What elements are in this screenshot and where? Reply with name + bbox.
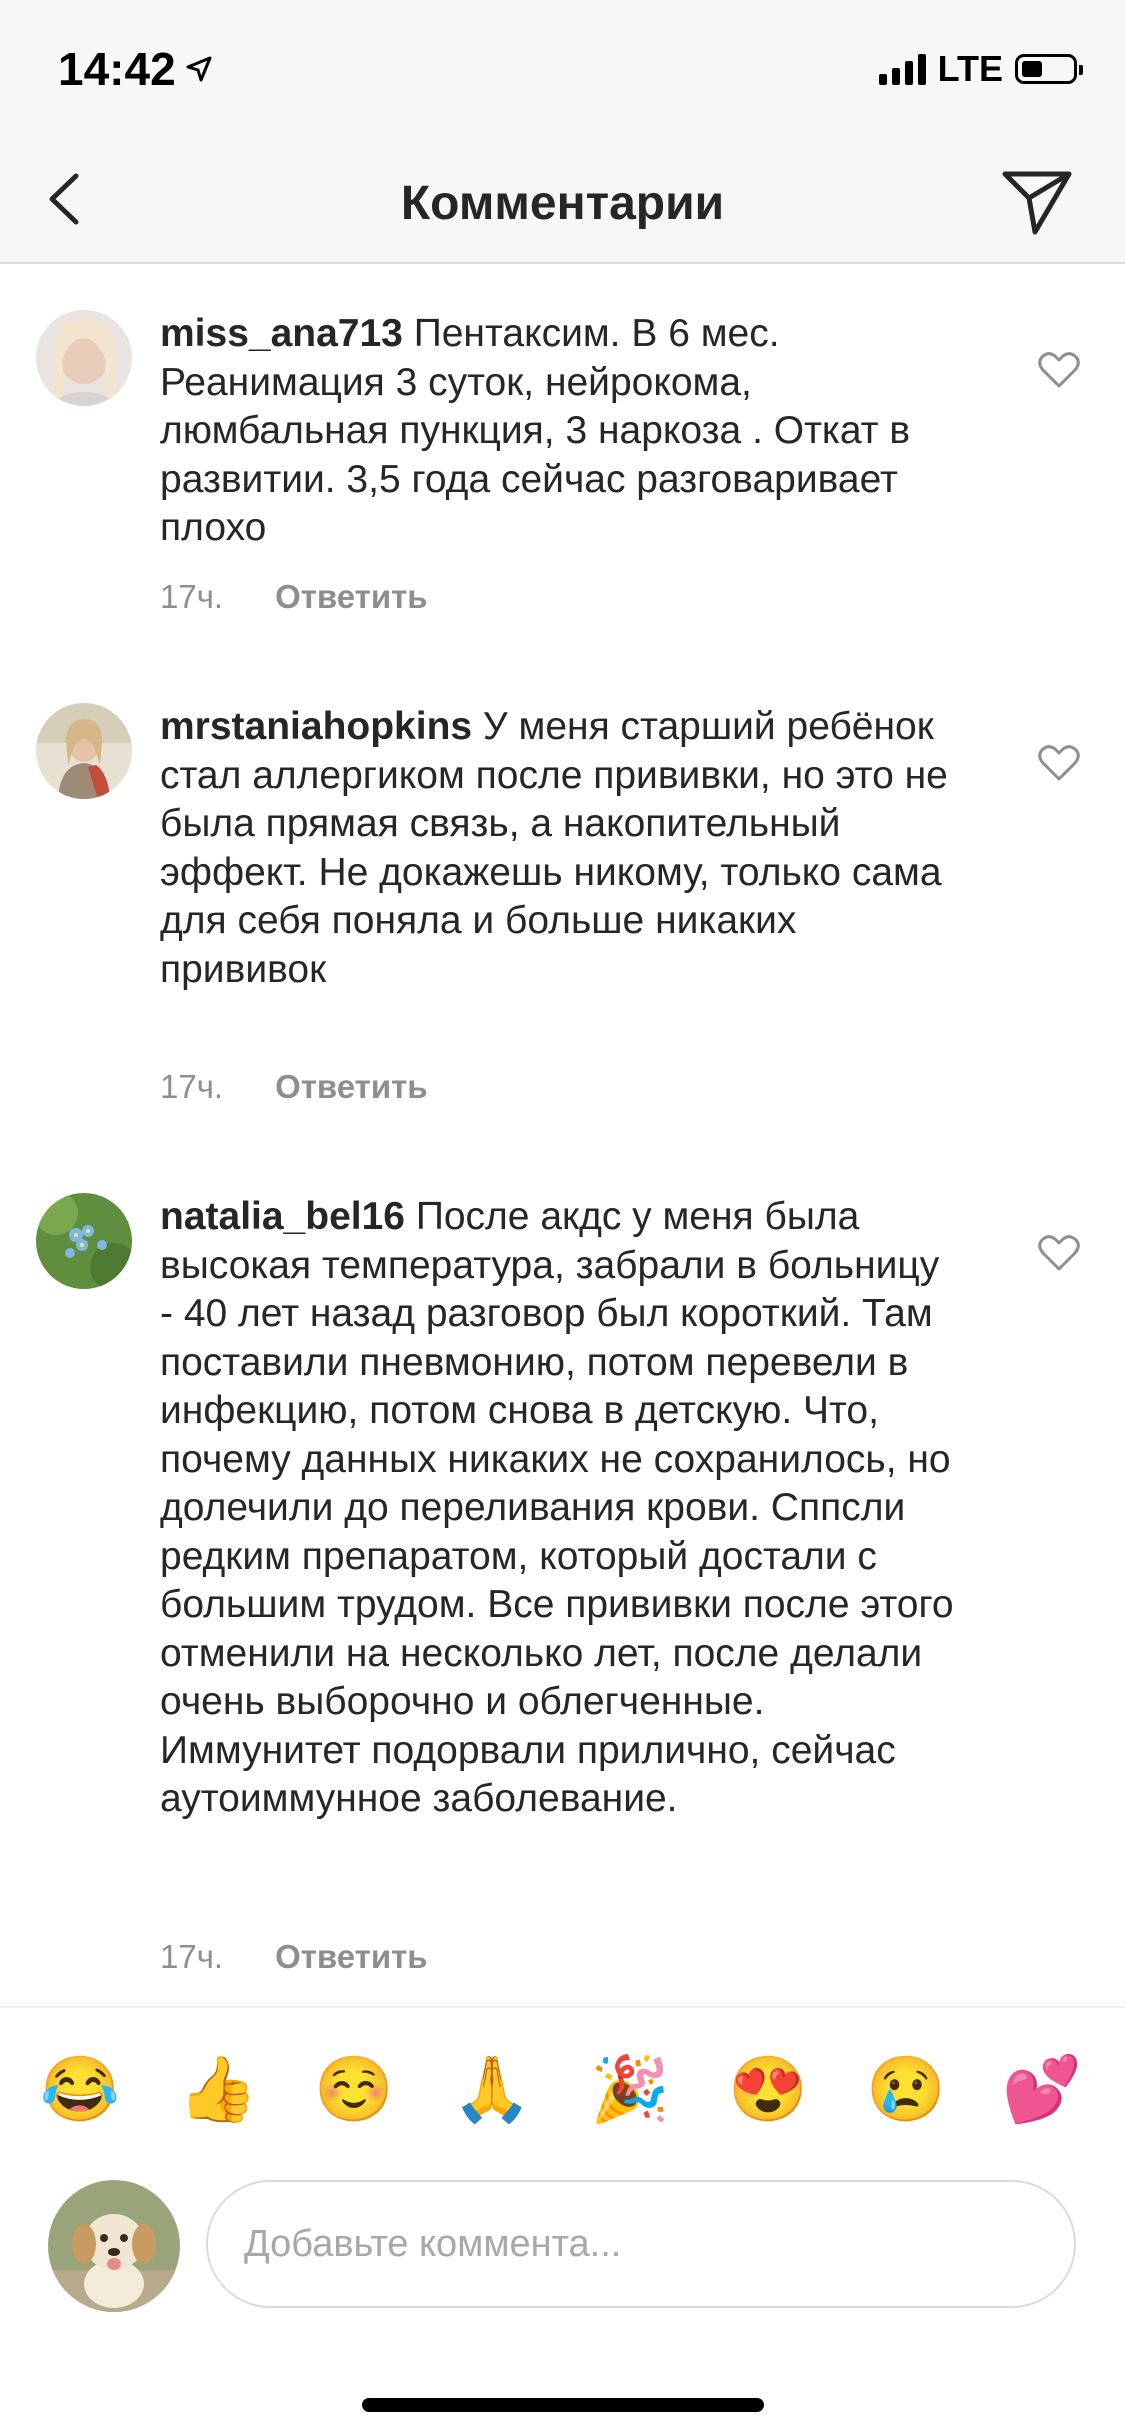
emoji-two-hearts-icon[interactable]: 💕	[1002, 2054, 1082, 2124]
battery-icon	[1015, 54, 1083, 84]
location-arrow-icon	[186, 56, 212, 82]
home-indicator[interactable]	[362, 2398, 764, 2412]
like-heart-icon[interactable]	[1037, 1233, 1081, 1273]
emoji-pray-icon[interactable]: 🙏	[452, 2054, 532, 2124]
comment-username[interactable]: mrstaniahopkins	[160, 705, 472, 748]
my-avatar	[48, 2180, 180, 2312]
emoji-quick-bar: 😂 👍 ☺️ 🙏 🎉 😍 😢 💕	[0, 2006, 1125, 2166]
comment-username[interactable]: natalia_bel16	[160, 1195, 405, 1238]
emoji-joy-icon[interactable]: 😂	[40, 2054, 120, 2124]
status-indicators: LTE	[878, 48, 1083, 90]
navigation-bar: Комментарии	[0, 140, 1125, 264]
like-heart-icon[interactable]	[1037, 743, 1081, 783]
status-time: 14:42	[58, 42, 214, 96]
emoji-crying-icon[interactable]: 😢	[866, 2054, 946, 2124]
reply-button[interactable]: Ответить	[275, 1068, 428, 1106]
send-direct-icon[interactable]	[997, 160, 1077, 240]
comment-composer	[0, 2166, 1125, 2316]
status-bar: 14:42 LTE	[0, 0, 1125, 140]
comment-meta: 17ч. Ответить	[160, 1938, 428, 1976]
emoji-blush-icon[interactable]: ☺️	[314, 2054, 394, 2124]
like-heart-icon[interactable]	[1037, 350, 1081, 390]
comment-timestamp: 17ч.	[160, 578, 224, 615]
comment-text: mrstaniahopkins У меня старший ребёнок с…	[160, 703, 960, 994]
comment-username[interactable]: miss_ana713	[160, 312, 403, 355]
clock: 14:42	[58, 43, 176, 95]
comment-meta: 17ч. Ответить	[160, 1068, 428, 1106]
emoji-party-popper-icon[interactable]: 🎉	[590, 2054, 670, 2124]
comment-text: miss_ana713 Пентаксим. В 6 мес. Реанимац…	[160, 310, 960, 553]
signal-icon	[878, 53, 926, 85]
avatar[interactable]	[36, 703, 132, 799]
avatar[interactable]	[36, 310, 132, 406]
comment-text: natalia_bel16 После акдс у меня была выс…	[160, 1193, 960, 1824]
avatar[interactable]	[36, 1193, 132, 1289]
comment-meta: 17ч. Ответить	[160, 578, 428, 616]
network-type: LTE	[937, 48, 1003, 89]
reply-button[interactable]: Ответить	[275, 578, 428, 616]
comment-body: После акдс у меня была высокая температу…	[160, 1195, 954, 1820]
comment-timestamp: 17ч.	[160, 1938, 224, 1975]
page-title: Комментарии	[400, 177, 725, 230]
emoji-thumbs-up-icon[interactable]: 👍	[178, 2054, 258, 2124]
emoji-heart-eyes-icon[interactable]: 😍	[728, 2054, 808, 2124]
comment-timestamp: 17ч.	[160, 1068, 224, 1105]
reply-button[interactable]: Ответить	[275, 1938, 428, 1976]
comment-input[interactable]	[206, 2180, 1076, 2308]
